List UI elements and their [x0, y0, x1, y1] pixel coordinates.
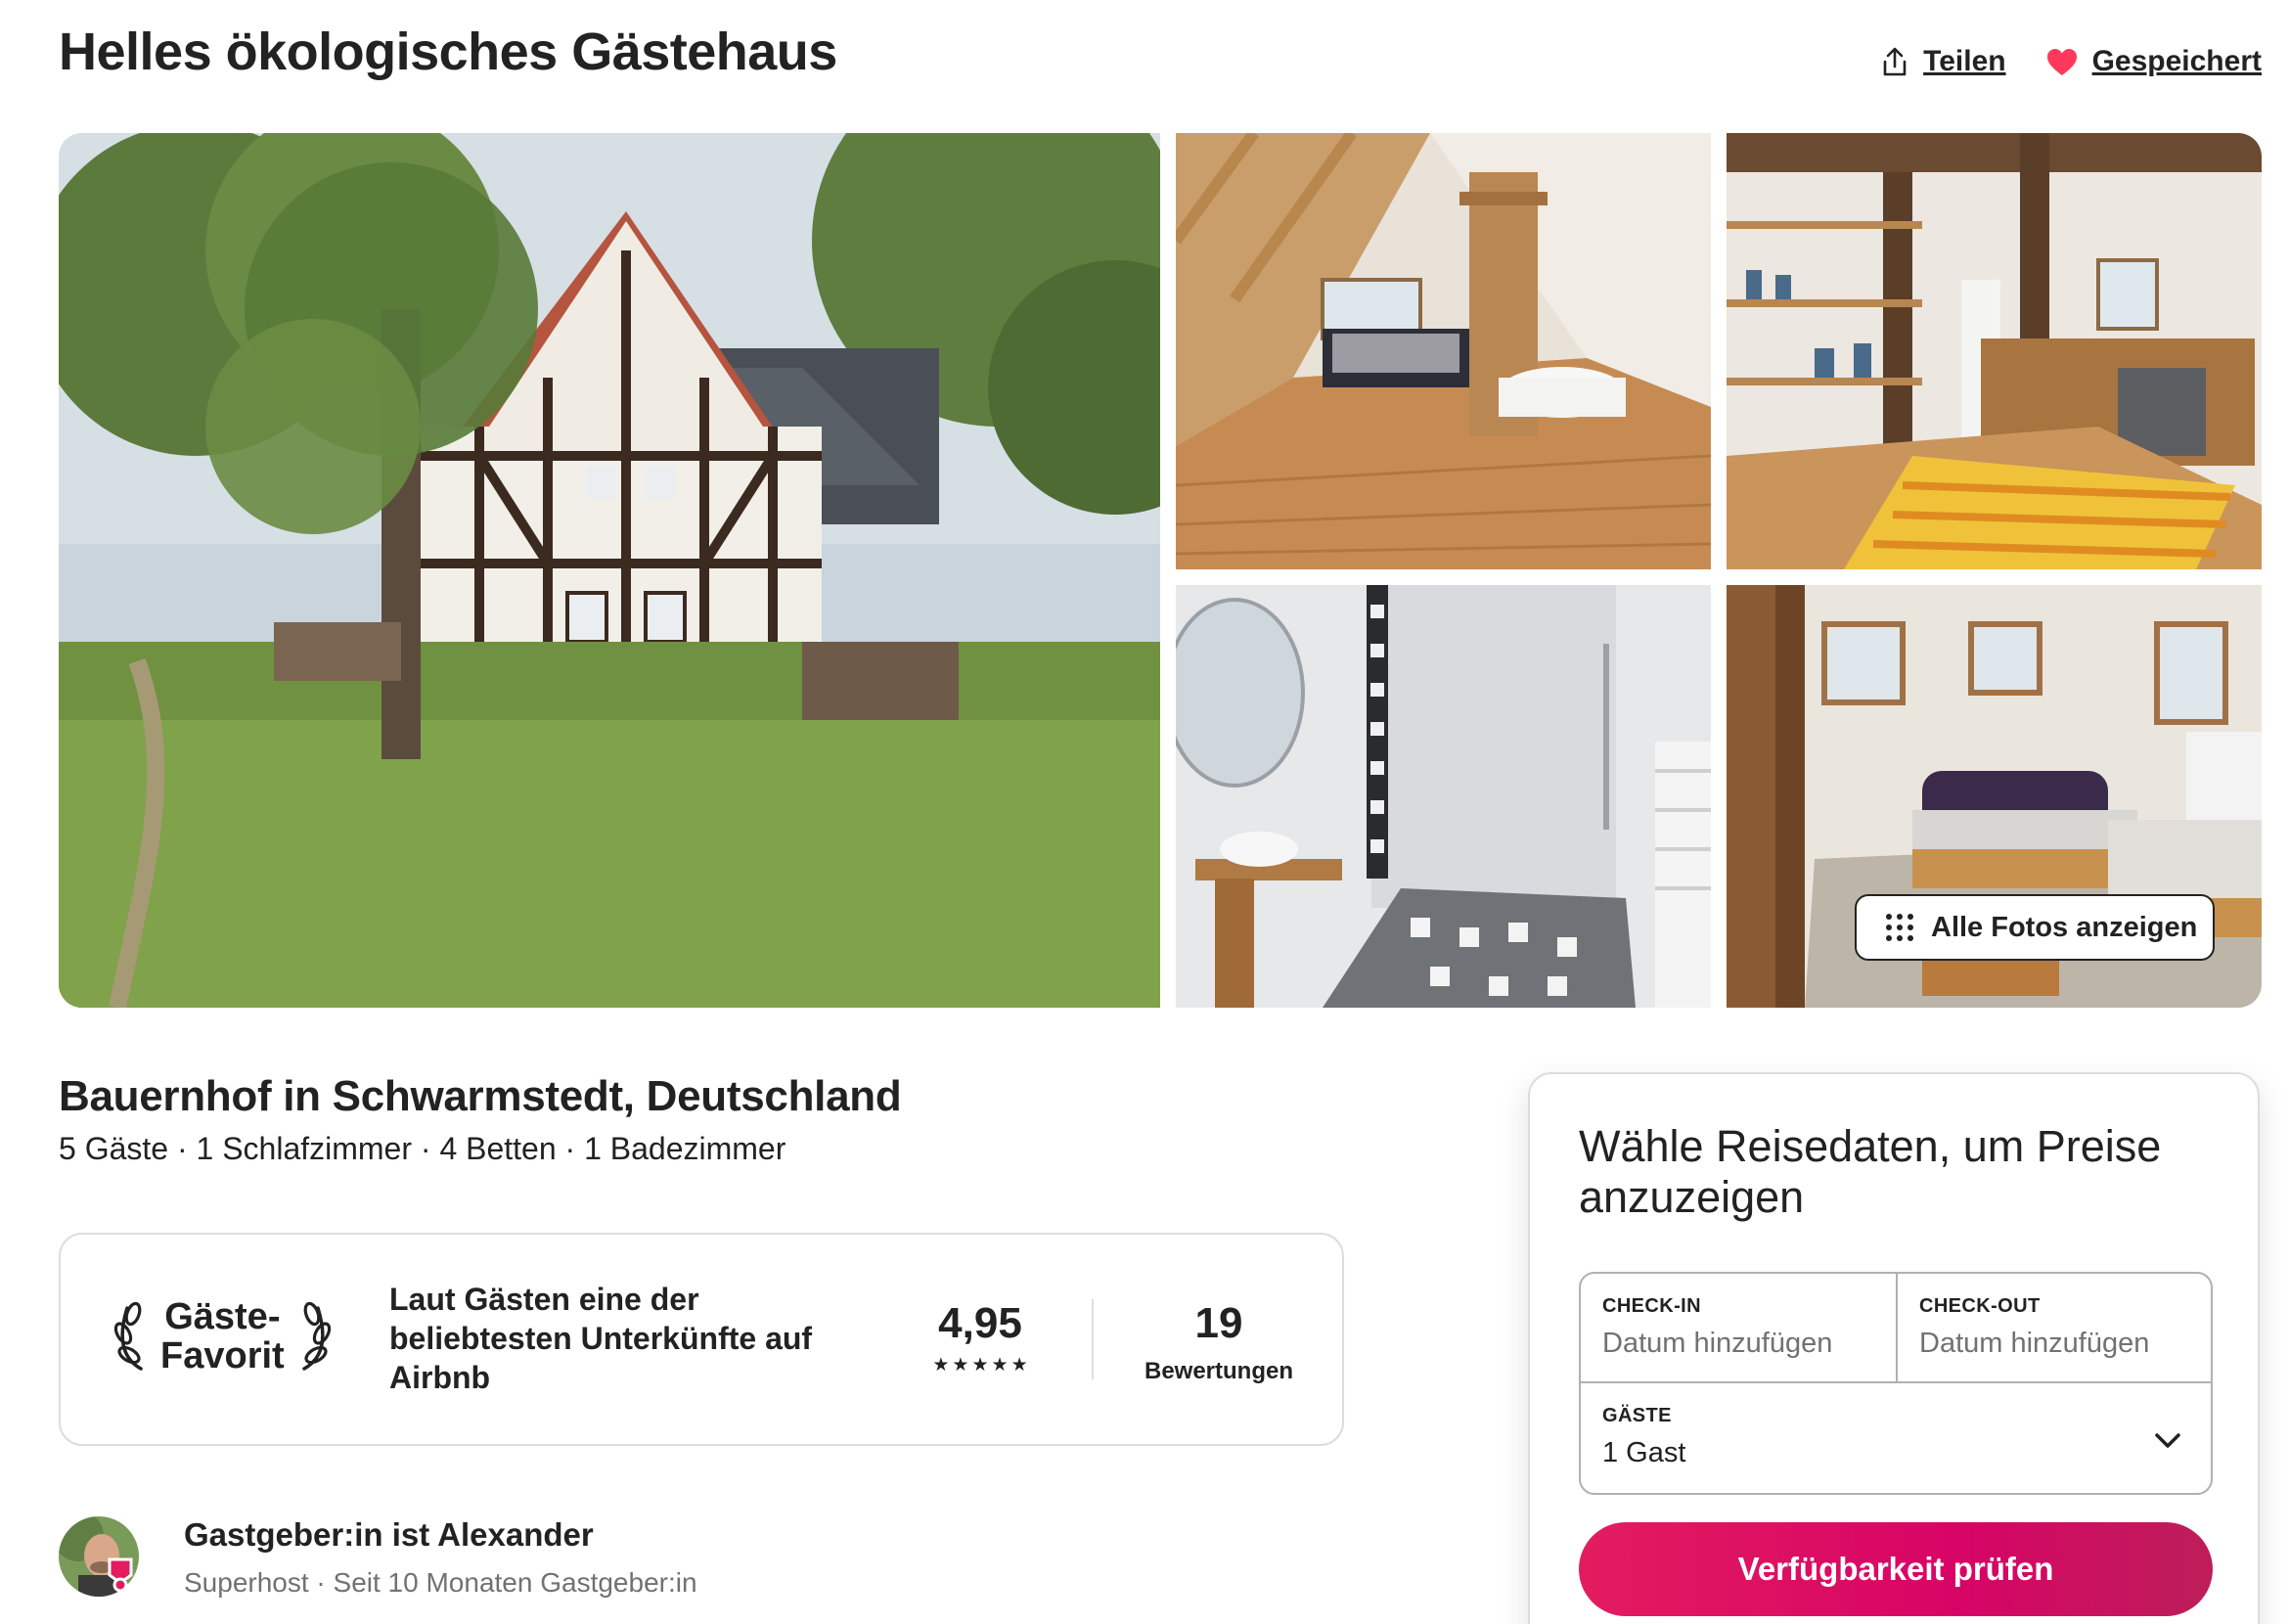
- rating-block: 4,95 ★ ★ ★ ★ ★: [921, 1299, 1039, 1376]
- show-all-photos-label: Alle Fotos anzeigen: [1931, 911, 2198, 943]
- laurel-right-icon: [301, 1301, 331, 1371]
- guest-favorite-card[interactable]: Gäste- Favorit Laut Gästen eine der beli…: [59, 1233, 1344, 1446]
- host-subtitle: Superhost · Seit 10 Monaten Gastgeber:in: [184, 1567, 697, 1598]
- share-button[interactable]: Teilen: [1880, 45, 2006, 78]
- guests-dropdown[interactable]: GÄSTE 1 Gast: [1581, 1383, 2213, 1495]
- share-icon: [1883, 47, 1907, 76]
- heart-icon: [2046, 49, 2077, 75]
- checkout-field[interactable]: CHECK-OUT Datum hinzufügen: [1898, 1274, 2213, 1383]
- reviews-count: 19: [1194, 1299, 1243, 1347]
- checkin-label: CHECK-IN: [1602, 1295, 1701, 1317]
- host-text: Gastgeber:in ist Alexander Superhost · S…: [184, 1516, 697, 1599]
- listing-actions: Teilen Gespeichert: [1880, 45, 2262, 78]
- reviews-label: Bewertungen: [1144, 1358, 1293, 1384]
- star-icon: ★: [952, 1355, 969, 1376]
- star-icon: ★: [991, 1355, 1009, 1376]
- star-icon: ★: [971, 1355, 989, 1376]
- photo-kitchen[interactable]: [1727, 133, 2262, 569]
- checkin-value: Datum hinzufügen: [1602, 1328, 1833, 1359]
- saved-label: Gespeichert: [2091, 45, 2262, 77]
- divider: [1092, 1299, 1094, 1379]
- rating-stars: ★ ★ ★ ★ ★: [921, 1354, 1039, 1376]
- guest-favorite-badge: Gäste- Favorit: [112, 1297, 334, 1376]
- show-all-photos-button[interactable]: Alle Fotos anzeigen: [1855, 894, 2215, 961]
- listing-details: 5 Gäste · 1 Schlafzimmer · 4 Betten · 1 …: [59, 1131, 786, 1166]
- guests-value: 1 Gast: [1602, 1437, 1686, 1468]
- host-name: Gastgeber:in ist Alexander: [184, 1516, 594, 1553]
- photo-gallery: [59, 133, 2262, 1008]
- guests-label: GÄSTE: [1602, 1405, 1672, 1426]
- checkout-label: CHECK-OUT: [1919, 1295, 2041, 1317]
- rating-value: 4,95: [938, 1299, 1022, 1347]
- laurel-left-icon: [113, 1301, 143, 1371]
- photo-bathroom[interactable]: [1176, 585, 1711, 1008]
- photo-farmhouse[interactable]: [59, 133, 1160, 1008]
- save-button[interactable]: Gespeichert: [2045, 45, 2262, 78]
- star-icon: ★: [1010, 1355, 1028, 1376]
- listing-title: Helles ökologisches Gästehaus: [59, 23, 837, 81]
- star-icon: ★: [932, 1355, 950, 1376]
- superhost-badge-icon: [108, 1557, 133, 1593]
- booking-heading: Wähle Reisedaten, um Preise anzuzeigen: [1579, 1121, 2162, 1222]
- checkout-value: Datum hinzufügen: [1919, 1328, 2150, 1359]
- booking-card: Wähle Reisedaten, um Preise anzuzeigen C…: [1528, 1072, 2260, 1624]
- listing-subtitle: Bauernhof in Schwarmstedt, Deutschland: [59, 1072, 902, 1120]
- checkin-field[interactable]: CHECK-IN Datum hinzufügen: [1581, 1274, 1898, 1383]
- reservation-picker: CHECK-IN Datum hinzufügen CHECK-OUT Datu…: [1579, 1272, 2213, 1495]
- host-section: Gastgeber:in ist Alexander Superhost · S…: [59, 1516, 697, 1599]
- check-availability-button[interactable]: Verfügbarkeit prüfen: [1579, 1522, 2213, 1616]
- reviews-link[interactable]: 19 Bewertungen: [1131, 1299, 1307, 1385]
- share-label: Teilen: [1923, 45, 2006, 77]
- photo-attic-bedroom[interactable]: [1176, 133, 1711, 569]
- chevron-down-icon[interactable]: [2154, 1432, 2181, 1450]
- guest-favorite-label: Gäste- Favorit: [160, 1296, 285, 1376]
- guest-favorite-description: Laut Gästen eine der beliebtesten Unterk…: [389, 1282, 813, 1395]
- grid-dots-icon: [1886, 914, 1913, 941]
